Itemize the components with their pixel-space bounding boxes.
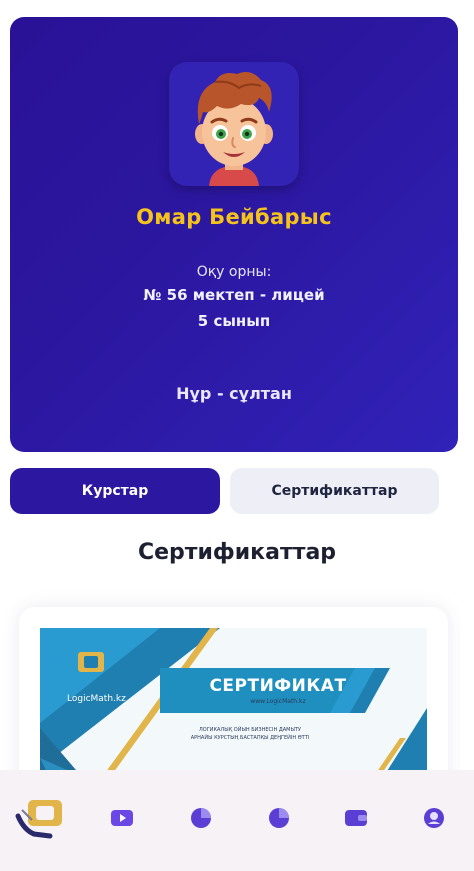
bottom-nav xyxy=(0,770,474,871)
certificate-logo-text: LogicMath.kz xyxy=(67,694,126,704)
certificate-text-line2: АРНАЙЫ КУРСТЫҢ БАСТАПҚЫ ДЕҢГЕЙІН ӨТТІ xyxy=(190,735,310,741)
certificate-site: www.LogicMath.kz xyxy=(250,698,306,705)
certificate-title: СЕРТИФИКАТ xyxy=(209,676,347,696)
city: Нұр - сұлтан xyxy=(176,384,292,403)
wallet-icon[interactable] xyxy=(336,798,376,838)
pie-chart-icon[interactable] xyxy=(181,798,221,838)
section-title: Сертификаттар xyxy=(137,540,337,565)
logo-icon[interactable] xyxy=(14,796,66,842)
school-label: Оқу орны: xyxy=(196,264,272,280)
tab-certificates[interactable]: Сертификаттар xyxy=(230,468,439,514)
video-icon[interactable] xyxy=(102,798,142,838)
school-grade: 5 сынып xyxy=(197,312,271,330)
tab-courses[interactable]: Курстар xyxy=(10,468,220,514)
profile-icon[interactable] xyxy=(414,798,454,838)
boy-avatar-icon xyxy=(169,62,299,186)
school-name: № 56 мектеп - лицей xyxy=(143,286,325,304)
profile-page: Омар Бейбарыс Оқу орны: № 56 мектеп - ли… xyxy=(0,0,474,871)
pie-chart-alt-icon[interactable] xyxy=(259,798,299,838)
profile-card: Омар Бейбарыс Оқу орны: № 56 мектеп - ли… xyxy=(10,17,458,452)
certificate-text-line1: ЛОГИКАЛЫҚ ОЙЫН БИЗНЕСІН ДАМЫТУ xyxy=(199,727,301,733)
student-name: Омар Бейбарыс xyxy=(136,205,332,229)
